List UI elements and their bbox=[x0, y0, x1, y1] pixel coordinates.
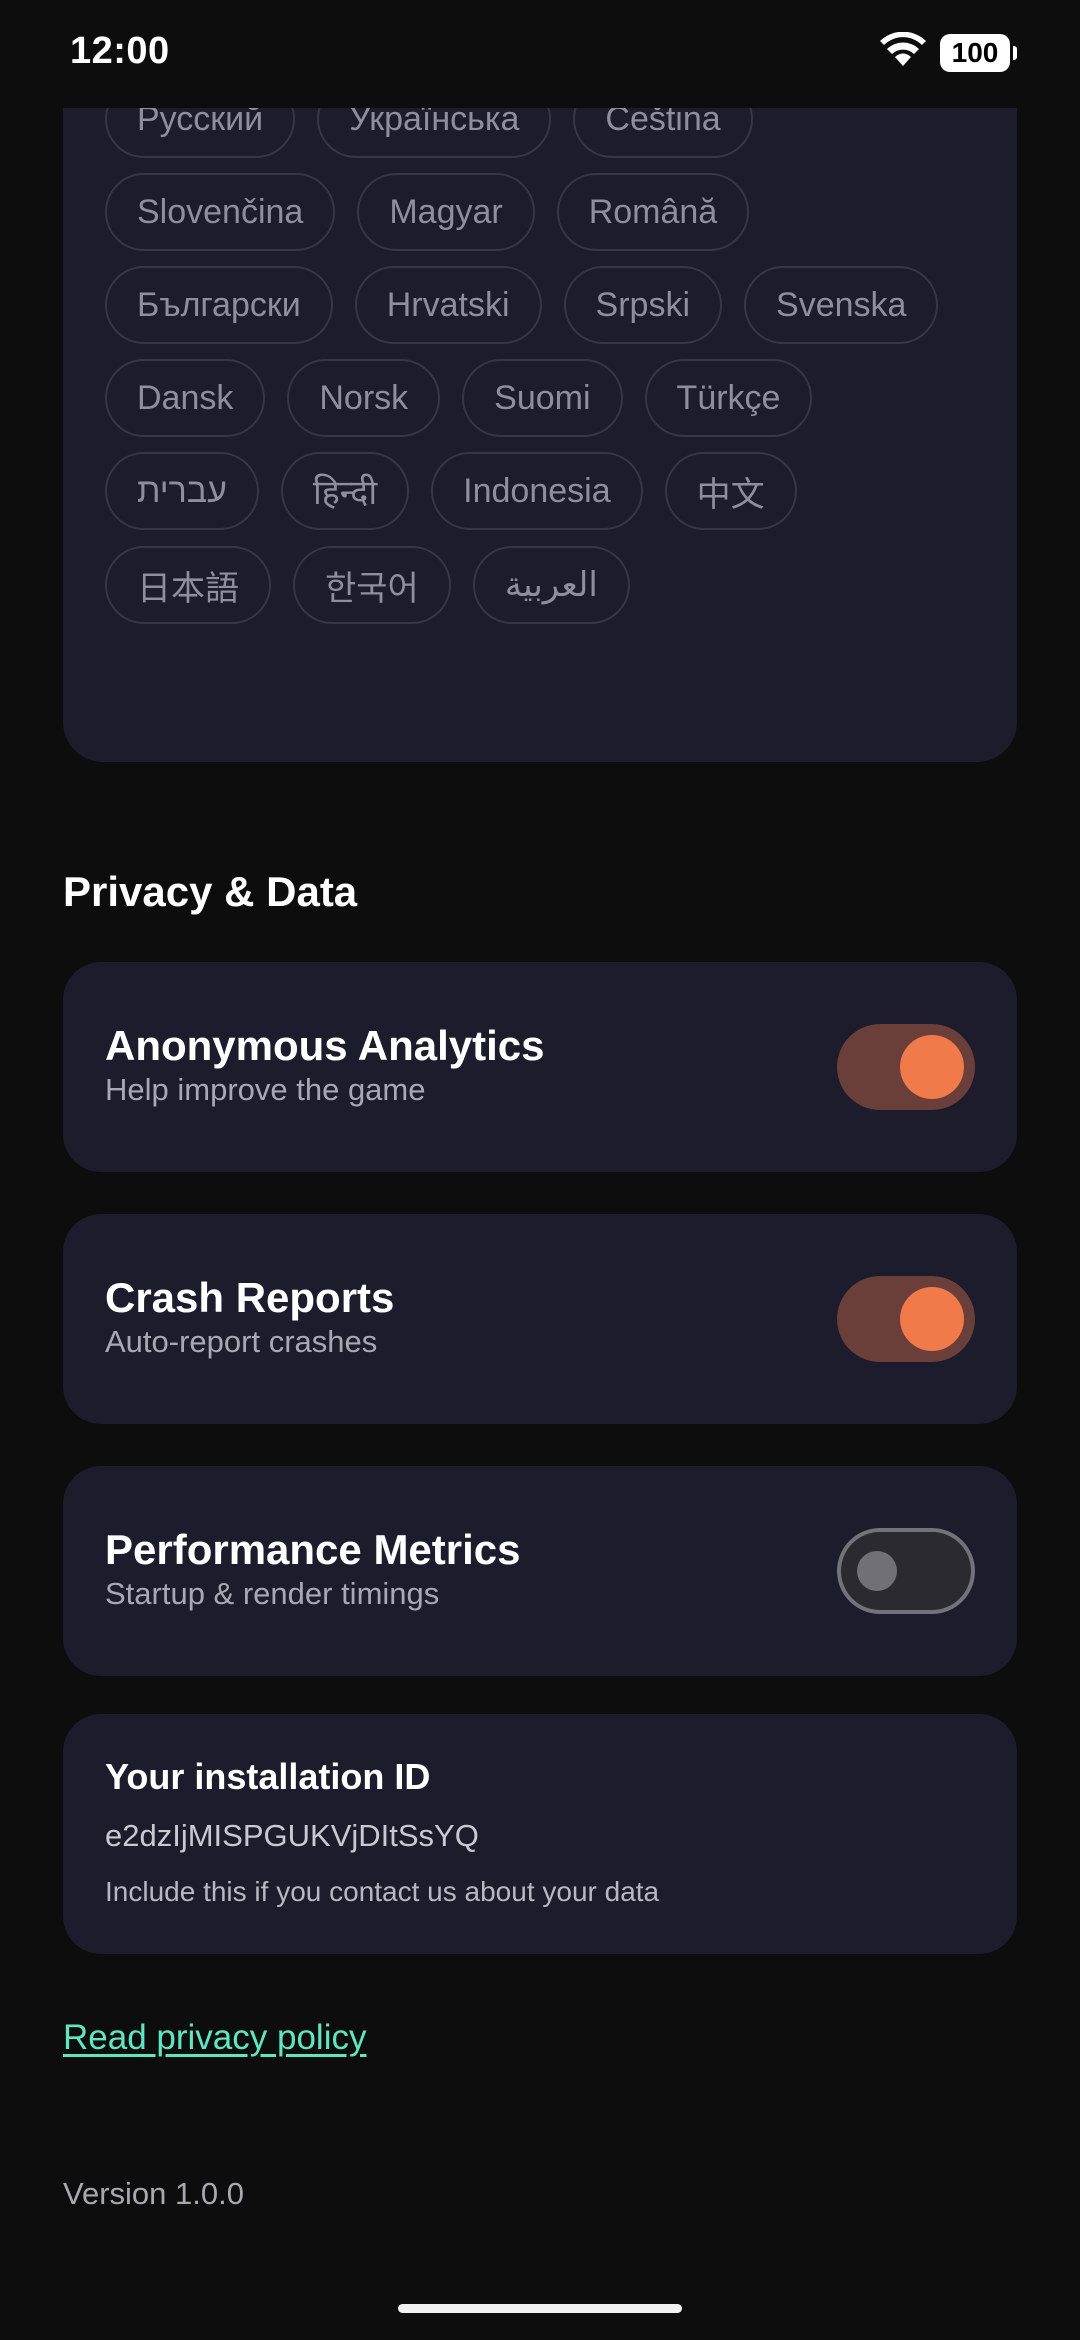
language-row: Български Hrvatski Srpski Svenska bbox=[105, 266, 985, 346]
language-row: 日本語 한국어 العربية bbox=[105, 546, 985, 626]
language-chip[interactable]: Română bbox=[556, 173, 750, 251]
language-chip[interactable]: Slovenčina bbox=[105, 173, 336, 251]
toggle-knob bbox=[900, 1287, 964, 1351]
analytics-title: Anonymous Analytics bbox=[105, 1022, 545, 1069]
installation-id-note: Include this if you contact us about you… bbox=[105, 1876, 660, 1907]
installation-id-value[interactable]: e2dzIjMISPGUKVjDItSsYQ bbox=[105, 1818, 479, 1854]
toggle-knob bbox=[900, 1035, 964, 1099]
language-chip[interactable]: Svenska bbox=[744, 266, 939, 344]
language-chip[interactable]: Magyar bbox=[357, 173, 535, 251]
toggle-knob bbox=[857, 1551, 897, 1591]
language-chip[interactable]: Suomi bbox=[462, 359, 623, 437]
language-chip[interactable]: 한국어 bbox=[293, 546, 451, 624]
language-chip[interactable]: Indonesia bbox=[431, 452, 643, 530]
language-chip[interactable]: हिन्दी bbox=[280, 452, 410, 530]
language-chip[interactable]: Norsk bbox=[287, 359, 441, 437]
status-time: 12:00 bbox=[70, 30, 170, 72]
language-row: Slovenčina Magyar Română bbox=[105, 173, 985, 253]
analytics-setting-card: Anonymous Analytics Help improve the gam… bbox=[63, 962, 1017, 1172]
installation-id-title: Your installation ID bbox=[105, 1756, 431, 1797]
performance-metrics-setting-card: Performance Metrics Startup & render tim… bbox=[63, 1466, 1017, 1676]
language-row: עברית हिन्दी Indonesia 中文 bbox=[105, 452, 985, 532]
crash-reports-subtitle: Auto-report crashes bbox=[105, 1324, 378, 1359]
crash-reports-title: Crash Reports bbox=[105, 1274, 395, 1321]
home-indicator[interactable] bbox=[398, 2304, 682, 2313]
language-chip[interactable]: עברית bbox=[105, 452, 259, 530]
language-chip-list: ItalianoPortuguêsNederlandsPolskiРусский… bbox=[105, 40, 985, 639]
performance-metrics-subtitle: Startup & render timings bbox=[105, 1576, 440, 1611]
privacy-section-title: Privacy & Data bbox=[63, 868, 358, 915]
language-chip[interactable]: Dansk bbox=[105, 359, 266, 437]
performance-metrics-title: Performance Metrics bbox=[105, 1526, 521, 1573]
privacy-policy-link[interactable]: Read privacy policy bbox=[63, 2018, 366, 2058]
language-chip[interactable]: Hrvatski bbox=[354, 266, 542, 344]
settings-scroll-view[interactable]: ItalianoPortuguêsNederlandsPolskiРусский… bbox=[0, 0, 1080, 2340]
language-chip[interactable]: 日本語 bbox=[105, 546, 271, 624]
language-selector-card: ItalianoPortuguêsNederlandsPolskiРусский… bbox=[63, 40, 1017, 762]
analytics-toggle[interactable] bbox=[837, 1024, 975, 1110]
crash-reports-setting-card: Crash Reports Auto-report crashes bbox=[63, 1214, 1017, 1424]
status-icons: 100 bbox=[880, 31, 1017, 73]
language-chip[interactable]: Türkçe bbox=[644, 359, 813, 437]
performance-metrics-toggle[interactable] bbox=[837, 1528, 975, 1614]
language-chip[interactable]: 中文 bbox=[664, 452, 797, 530]
wifi-icon bbox=[880, 31, 926, 73]
crash-reports-toggle[interactable] bbox=[837, 1276, 975, 1362]
status-bar: 12:00 100 bbox=[0, 0, 1080, 108]
language-chip[interactable]: Srpski bbox=[563, 266, 723, 344]
battery-icon: 100 bbox=[940, 33, 1017, 72]
language-chip[interactable]: العربية bbox=[472, 546, 630, 624]
app-version: Version 1.0.0 bbox=[63, 2176, 244, 2211]
analytics-subtitle: Help improve the game bbox=[105, 1072, 426, 1107]
installation-id-card: Your installation ID e2dzIjMISPGUKVjDItS… bbox=[63, 1714, 1017, 1954]
language-row: Dansk Norsk Suomi Türkçe bbox=[105, 359, 985, 439]
language-chip[interactable]: Български bbox=[105, 266, 333, 344]
